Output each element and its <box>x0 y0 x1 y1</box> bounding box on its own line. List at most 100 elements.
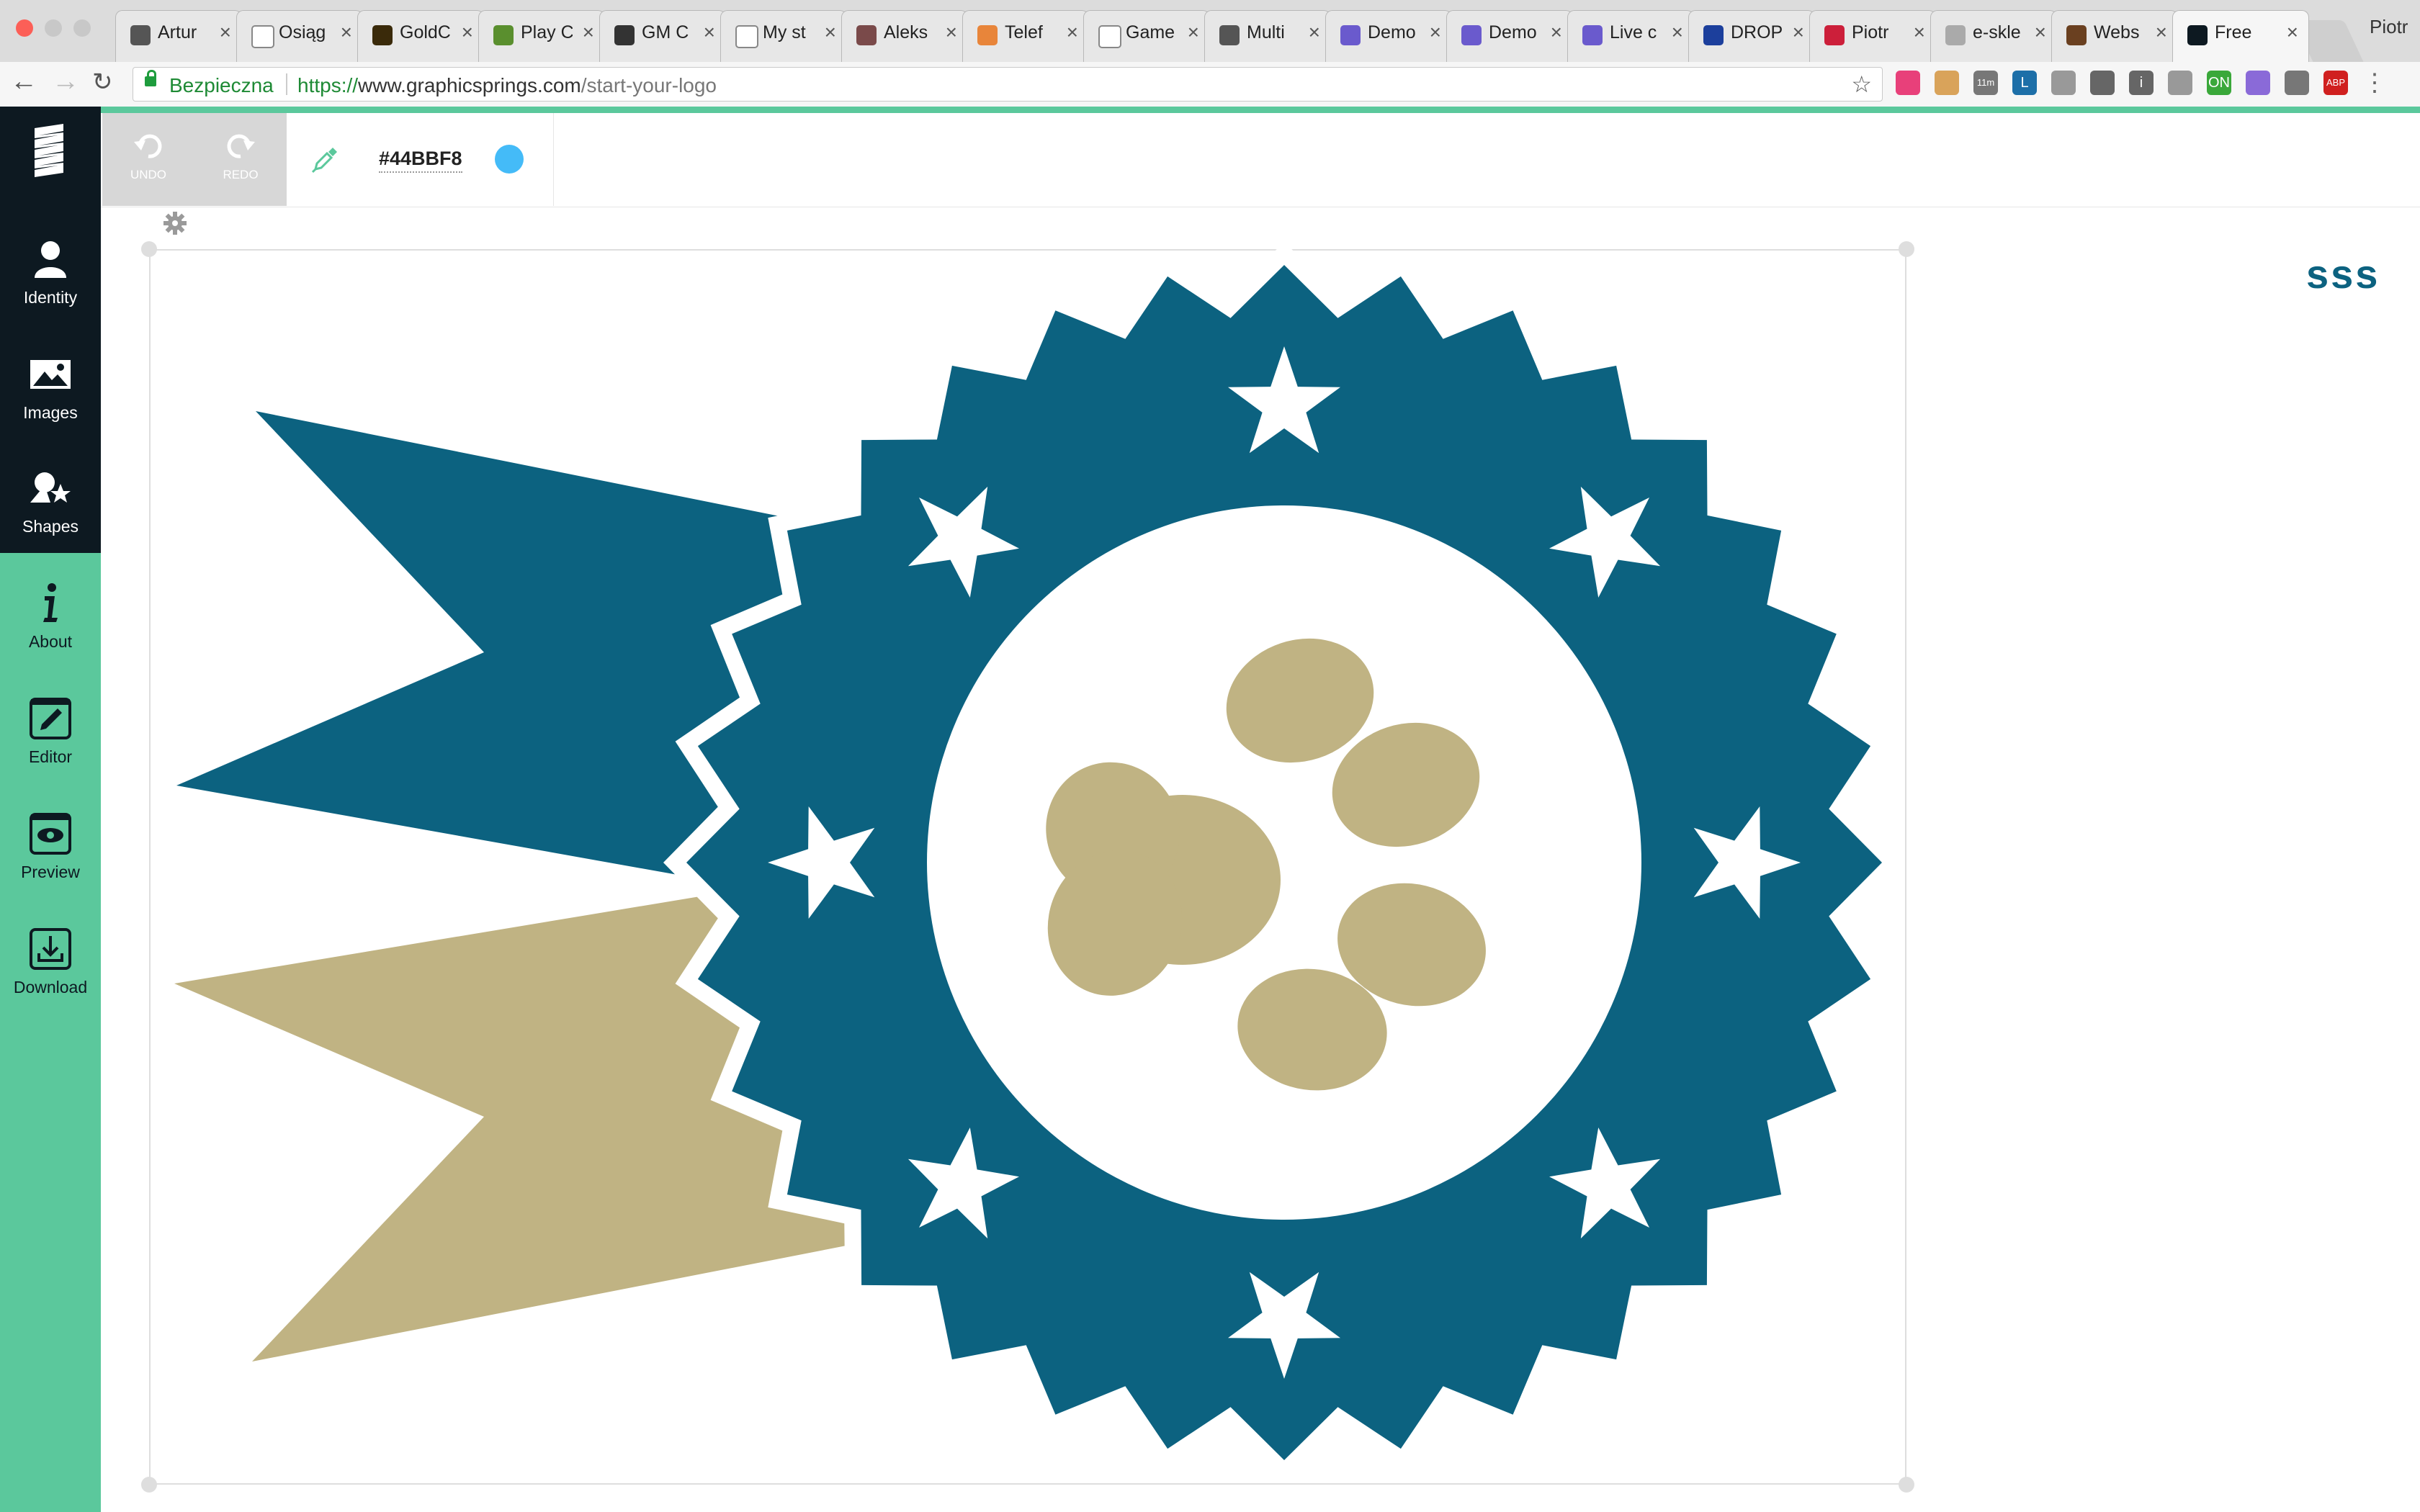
browser-tab[interactable]: Demo × <box>1446 10 1573 62</box>
tab-close-icon[interactable]: × <box>583 21 594 44</box>
browser-tab[interactable]: Aleks × <box>841 10 968 62</box>
bookmark-star-icon[interactable]: ☆ <box>1851 71 1872 98</box>
browser-tab[interactable]: e-skle × <box>1930 10 2057 62</box>
tab-close-icon[interactable]: × <box>1188 21 1199 44</box>
browser-toolbar: ← → ↻ Bezpieczna https://www.graphicspri… <box>0 62 2420 107</box>
browser-tab[interactable]: Piotr × <box>1809 10 1936 62</box>
pawn-icon <box>493 25 514 45</box>
redo-button[interactable]: REDO <box>194 113 287 206</box>
camera-extension-icon[interactable] <box>2051 71 2076 95</box>
browser-tab[interactable]: Demo × <box>1325 10 1452 62</box>
demo-icon <box>1461 25 1482 45</box>
eagle-icon <box>1824 25 1845 45</box>
tab-title: Free <box>2215 22 2252 42</box>
browser-tab[interactable]: Webs × <box>2051 10 2178 62</box>
shop-icon <box>1945 25 1966 45</box>
sidebar-item-preview[interactable]: Preview <box>0 791 101 899</box>
profile-name[interactable]: Piotr <box>2370 16 2420 38</box>
tab-close-icon[interactable]: × <box>2035 21 2046 44</box>
tab-title: Artur <box>158 22 197 42</box>
sidebar-item-shapes[interactable]: Shapes <box>0 445 101 553</box>
stairs-extension-icon[interactable] <box>1896 71 1920 95</box>
tab-close-icon[interactable]: × <box>2156 21 2167 44</box>
shield-crest-icon <box>130 25 151 45</box>
page-icon <box>735 25 758 48</box>
browser-tab[interactable]: Telef × <box>962 10 1089 62</box>
tab-close-icon[interactable]: × <box>825 21 836 44</box>
minimize-window-button[interactable] <box>45 19 62 37</box>
address-bar[interactable]: Bezpieczna https://www.graphicsprings.co… <box>133 67 1883 102</box>
sidebar-item-identity[interactable]: Identity <box>0 216 101 324</box>
forward-arrow-icon[interactable]: → <box>52 66 79 97</box>
toolbar-divider <box>553 113 554 206</box>
tab-title: Osiąg <box>279 22 326 42</box>
award-rosette-paw-icon[interactable] <box>149 249 1906 1485</box>
browser-tab[interactable]: GM C × <box>599 10 726 62</box>
adblock-extension-icon[interactable]: ABP <box>2323 71 2348 95</box>
tab-close-icon[interactable]: × <box>341 21 352 44</box>
timer-extension-icon[interactable]: 11m <box>1973 71 1998 95</box>
tab-close-icon[interactable]: × <box>1309 21 1320 44</box>
reload-icon[interactable]: ↻ <box>92 68 113 96</box>
menu-dots-icon[interactable]: ⋮ <box>2362 71 2387 95</box>
tab-title: Aleks <box>884 22 928 42</box>
refresh-extension-icon[interactable] <box>2090 71 2115 95</box>
wordpress-icon <box>1219 25 1240 45</box>
browser-tab[interactable]: Game × <box>1083 10 1210 62</box>
sidebar-item-download[interactable]: Download <box>0 906 101 1014</box>
editor-toolbar: UNDO REDO #44BBF8 <box>101 113 2420 207</box>
tab-title: Piotr <box>1852 22 1889 42</box>
tab-title: My st <box>763 22 806 42</box>
tab-title: Demo <box>1368 22 1416 42</box>
graphicsprings-logo-icon[interactable] <box>32 122 69 180</box>
tab-title: Multi <box>1247 22 1285 42</box>
tab-close-icon[interactable]: × <box>1430 21 1441 44</box>
tab-close-icon[interactable]: × <box>1793 21 1804 44</box>
tab-close-icon[interactable]: × <box>1067 21 1078 44</box>
linkedin-extension-icon[interactable]: L <box>2012 71 2037 95</box>
tab-close-icon[interactable]: × <box>1672 21 1683 44</box>
tab-close-icon[interactable]: × <box>1551 21 1562 44</box>
back-arrow-icon[interactable]: ← <box>10 66 37 97</box>
sidebar-item-about[interactable]: About <box>0 560 101 668</box>
browser-tab[interactable]: DROP × <box>1688 10 1815 62</box>
browser-tab[interactable]: Live c × <box>1567 10 1694 62</box>
sidebar-item-editor[interactable]: Editor <box>0 675 101 783</box>
tab-title: Demo <box>1489 22 1537 42</box>
tab-close-icon[interactable]: × <box>946 21 957 44</box>
info-extension-icon[interactable]: i <box>2129 71 2154 95</box>
browser-tab[interactable]: Play C × <box>478 10 605 62</box>
tab-title: Webs <box>2094 22 2140 42</box>
color-hex-value[interactable]: #44BBF8 <box>379 148 462 173</box>
block-extension-icon[interactable] <box>2285 71 2309 95</box>
zoom-window-button[interactable] <box>73 19 91 37</box>
eyedropper-icon[interactable] <box>310 146 339 175</box>
browser-tab[interactable]: My st × <box>720 10 847 62</box>
undo-button[interactable]: UNDO <box>102 113 194 206</box>
on-extension-icon[interactable]: ON <box>2207 71 2231 95</box>
globe-icon <box>977 25 998 45</box>
eye-extension-icon[interactable] <box>2168 71 2192 95</box>
gear-icon[interactable] <box>162 210 188 236</box>
sidebar-label-about: About <box>28 632 73 651</box>
tab-close-icon[interactable]: × <box>2287 21 2298 44</box>
browser-tab[interactable]: Osiąg × <box>236 10 363 62</box>
sidebar-label-editor: Editor <box>28 747 73 766</box>
url-text[interactable]: https://www.graphicsprings.com/start-you… <box>297 74 717 97</box>
browser-tab[interactable]: Multi × <box>1204 10 1331 62</box>
tab-close-icon[interactable]: × <box>462 21 473 44</box>
eyedropper-extension-icon[interactable] <box>2246 71 2270 95</box>
redo-label: REDO <box>223 168 259 181</box>
tab-close-icon[interactable]: × <box>220 21 231 44</box>
logo-brand-text[interactable]: sss <box>2306 251 2380 297</box>
browser-tab[interactable]: Free × <box>2172 10 2309 62</box>
tab-close-icon[interactable]: × <box>704 21 715 44</box>
tab-close-icon[interactable]: × <box>1914 21 1925 44</box>
color-swatch[interactable] <box>495 145 524 174</box>
info-icon <box>43 583 58 622</box>
hammer-extension-icon[interactable] <box>1935 71 1959 95</box>
browser-tab[interactable]: GoldC × <box>357 10 484 62</box>
close-window-button[interactable] <box>16 19 33 37</box>
sidebar-item-images[interactable]: Images <box>0 331 101 439</box>
browser-tab[interactable]: Artur × <box>115 10 242 62</box>
